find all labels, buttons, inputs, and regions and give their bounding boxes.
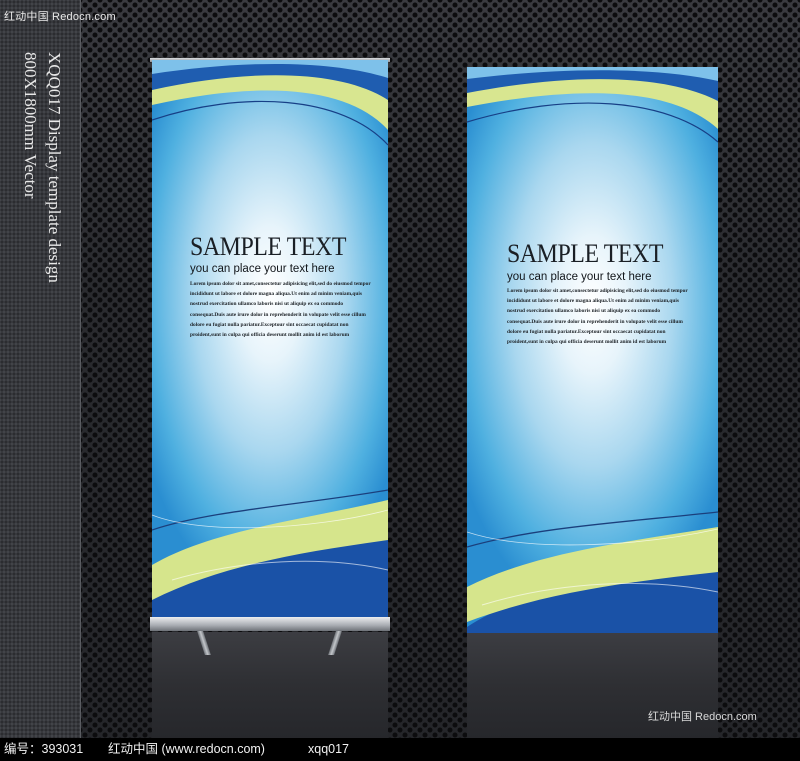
footer-code: xqq017	[308, 742, 350, 756]
footer-site-link[interactable]: 红动中国 (www.redocn.com)	[108, 738, 265, 761]
banner-1-body-text: Lorem ipsum dolor sit amet,consectetur a…	[190, 281, 371, 339]
banner-1-subline: you can place your text here	[190, 263, 335, 275]
stand-1-base	[150, 617, 390, 631]
banner-1: SAMPLE TEXT you can place your text here…	[152, 60, 388, 617]
side-info-panel: 红动中国 Redocn.com XQQ017 Display template …	[0, 0, 116, 738]
banner-2: SAMPLE TEXT you can place your text here…	[467, 67, 718, 633]
side-title-line-2: 800X1800mm Vector	[21, 52, 40, 199]
stand-1-floor	[152, 632, 388, 738]
banner-2-headline: SAMPLE TEXT	[507, 239, 663, 268]
banner-2-swoosh-art	[467, 67, 718, 633]
banner-2-body-text: Lorem ipsum dolor sit amet,consectetur a…	[507, 288, 688, 346]
banner-1-headline: SAMPLE TEXT	[190, 232, 346, 261]
side-title-line-1: XQQ017 Display template design	[45, 52, 64, 283]
footer-id-label: 编号：393031	[4, 742, 84, 756]
bottom-watermark: 红动中国 Redocn.com	[648, 711, 757, 723]
banner-2-subline: you can place your text here	[507, 271, 652, 283]
footer-bar: 编号：393031 红动中国 (www.redocn.com) xqq017	[0, 738, 800, 761]
corner-watermark: 红动中国 Redocn.com	[4, 11, 116, 23]
